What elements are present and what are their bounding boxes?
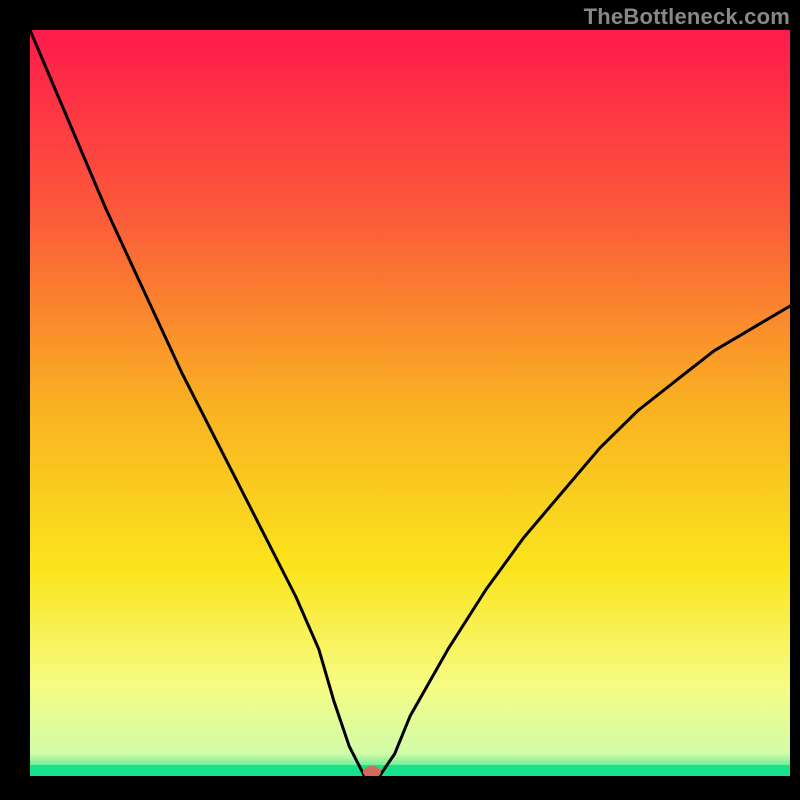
plot-background [30, 30, 790, 776]
plot-area [30, 30, 790, 776]
watermark-text: TheBottleneck.com [584, 4, 790, 30]
chart-frame: TheBottleneck.com [0, 0, 800, 800]
green-baseline-strip [30, 765, 790, 776]
chart-svg [30, 30, 790, 776]
